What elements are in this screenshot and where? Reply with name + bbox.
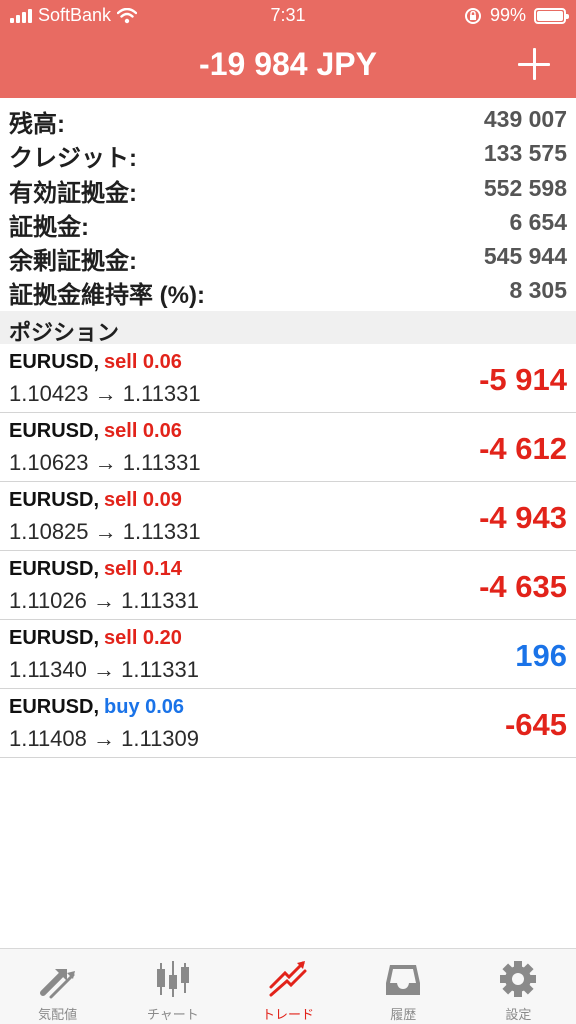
account-summary: 残高: 439 007 クレジット: 133 575 有効証拠金: 552 598 証拠金:… <box>0 103 576 309</box>
summary-value: 552 598 <box>483 174 567 201</box>
plus-icon[interactable] <box>514 44 554 84</box>
position-side: sell 0.06 <box>104 420 182 442</box>
position-symbol: EURUSD, <box>9 489 100 511</box>
total-profit-title: -19 984 JPY <box>199 46 377 82</box>
position-prices: 1.11340 → 1.11331 <box>9 657 200 682</box>
position-symbol: EURUSD, <box>9 696 100 718</box>
positions-list: EURUSD, sell 0.06 1.10423 → 1.11331 -5 914 E… <box>0 344 576 758</box>
tab-label: 気配値 <box>38 1007 78 1022</box>
tab-label: トレード <box>262 1007 315 1022</box>
tab-settings[interactable]: 設定 <box>461 949 576 1024</box>
position-prices: 1.10423 → 1.11331 <box>9 381 201 406</box>
position-row[interactable]: EURUSD, sell 0.06 1.10623 → 1.11331 -4 612 <box>0 413 576 482</box>
summary-row: クレジット: 133 575 <box>0 137 576 173</box>
position-prices: 1.10825 → 1.11331 <box>9 519 201 544</box>
position-symbol-line: EURUSD, sell 0.20 <box>9 627 182 650</box>
position-symbol: EURUSD, <box>9 351 100 373</box>
header-bar: -19 984 JPY <box>0 32 576 98</box>
position-symbol: EURUSD, <box>9 627 100 649</box>
summary-row: 残高: 439 007 <box>0 103 576 138</box>
position-symbol-line: EURUSD, sell 0.14 <box>9 558 182 581</box>
summary-value: 545 944 <box>483 243 567 270</box>
summary-value: 6 654 <box>509 208 567 235</box>
position-row[interactable]: EURUSD, sell 0.14 1.11026 → 1.11331 -4 635 <box>0 551 576 620</box>
tab-history[interactable]: 履歴 <box>346 949 461 1024</box>
position-profit: 196 <box>515 638 567 673</box>
position-profit: -645 <box>504 707 567 742</box>
summary-row: 余剰証拠金: 545 944 <box>0 240 576 276</box>
position-row[interactable]: EURUSD, buy 0.06 1.11408 → 1.11309 -645 <box>0 689 576 758</box>
position-symbol-line: EURUSD, sell 0.09 <box>9 489 182 512</box>
orientation-lock-icon <box>464 7 481 24</box>
summary-label: クレジット: <box>9 145 137 173</box>
tab-trade[interactable]: トレード <box>230 949 345 1024</box>
position-side: sell 0.09 <box>104 489 182 511</box>
summary-value: 439 007 <box>483 106 567 132</box>
summary-value: 8 305 <box>509 277 567 304</box>
position-prices: 1.10623 → 1.11331 <box>9 450 201 475</box>
tab-bar: 気配値 チャート トレード 履歴 設定 <box>0 948 576 1024</box>
position-symbol: EURUSD, <box>9 558 100 580</box>
summary-label: 残高: <box>9 111 65 138</box>
position-symbol: EURUSD, <box>9 420 100 442</box>
battery-percent: 99% <box>489 5 526 25</box>
position-side: sell 0.20 <box>104 627 182 649</box>
position-symbol-line: EURUSD, buy 0.06 <box>9 696 184 719</box>
summary-label: 証拠金: <box>9 213 89 241</box>
position-profit: -4 943 <box>479 500 567 535</box>
summary-label: 余剰証拠金: <box>9 248 137 276</box>
position-symbol-line: EURUSD, sell 0.06 <box>9 420 182 443</box>
positions-section-title: ポジション <box>9 320 120 345</box>
position-row[interactable]: EURUSD, sell 0.06 1.10423 → 1.11331 -5 914 <box>0 344 576 413</box>
summary-row: 証拠金維持率 (%): 8 305 <box>0 274 576 310</box>
position-profit: -5 914 <box>479 362 567 397</box>
tab-quotes[interactable]: 気配値 <box>0 949 115 1024</box>
summary-label: 証拠金維持率 (%): <box>9 282 205 310</box>
position-row[interactable]: EURUSD, sell 0.20 1.11340 → 1.11331 196 <box>0 620 576 689</box>
position-side: sell 0.14 <box>104 558 182 580</box>
position-profit: -4 612 <box>479 431 567 466</box>
summary-row: 証拠金: 6 654 <box>0 206 576 241</box>
tab-label: 履歴 <box>390 1007 417 1022</box>
summary-row: 有効証拠金: 552 598 <box>0 172 576 207</box>
battery-icon <box>534 7 569 24</box>
tab-label: 設定 <box>505 1007 532 1022</box>
summary-label: 有効証拠金: <box>9 179 137 207</box>
status-bar: SoftBank 7:31 99% <box>0 0 576 32</box>
summary-value: 133 575 <box>483 140 567 167</box>
position-prices: 1.11026 → 1.11331 <box>9 588 200 613</box>
positions-section-header: ポジション <box>0 311 576 345</box>
position-prices: 1.11408 → 1.11309 <box>9 726 200 751</box>
tab-label: チャート <box>146 1007 199 1022</box>
tab-chart[interactable]: チャート <box>115 949 230 1024</box>
position-profit: -4 635 <box>479 569 567 604</box>
position-symbol-line: EURUSD, sell 0.06 <box>9 351 182 374</box>
position-side: buy 0.06 <box>104 696 185 718</box>
position-side: sell 0.06 <box>104 351 182 373</box>
status-bar-right: 99% <box>464 5 569 26</box>
position-row[interactable]: EURUSD, sell 0.09 1.10825 → 1.11331 -4 943 <box>0 482 576 551</box>
